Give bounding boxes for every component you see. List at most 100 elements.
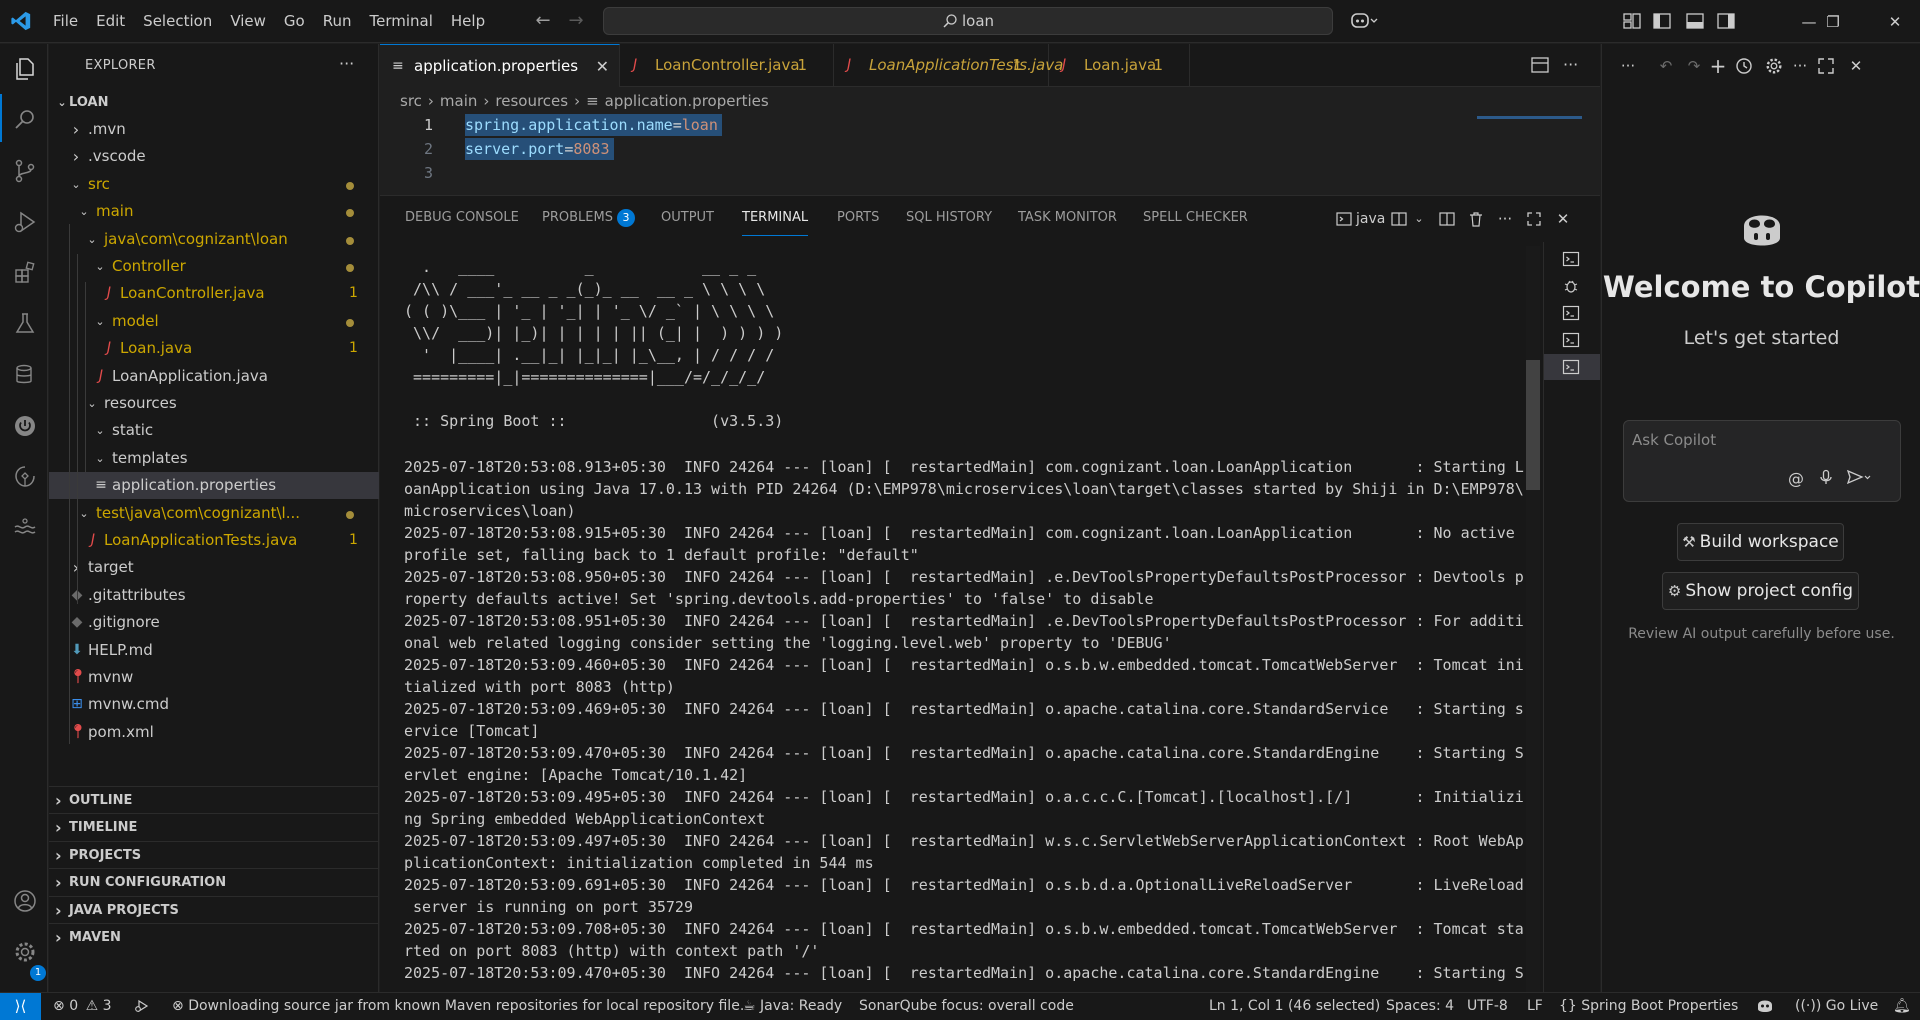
restore-window-icon[interactable]: ❐ bbox=[1810, 0, 1856, 43]
menu-edit[interactable]: Edit bbox=[87, 0, 134, 43]
breadcrumb-item[interactable]: application.properties bbox=[605, 92, 769, 110]
sonarqube-focus[interactable]: SonarQube focus: overall code bbox=[859, 993, 1074, 1020]
ask-copilot-input[interactable]: Ask Copilot @ bbox=[1623, 420, 1901, 502]
menu-terminal[interactable]: Terminal bbox=[361, 0, 442, 43]
build-workspace-button[interactable]: ⚒ Build workspace bbox=[1677, 523, 1844, 561]
section-run-configuration[interactable]: › RUN CONFIGURATION bbox=[49, 868, 379, 895]
explorer-icon[interactable] bbox=[12, 56, 38, 82]
panel-tab-debug-console[interactable]: DEBUG CONSOLE bbox=[405, 196, 519, 240]
panel-tab-task-monitor[interactable]: TASK MONITOR bbox=[1018, 196, 1117, 240]
section-projects[interactable]: › PROJECTS bbox=[49, 841, 379, 868]
terminal-instance[interactable] bbox=[1544, 246, 1600, 272]
forward-arrow-icon[interactable]: → bbox=[565, 10, 587, 32]
debug-launch-icon[interactable] bbox=[134, 993, 150, 1020]
go-live-button[interactable]: ((·)) Go Live bbox=[1795, 993, 1878, 1020]
microphone-icon[interactable] bbox=[1818, 469, 1834, 489]
tree-item[interactable]: ⬇ HELP.md bbox=[49, 637, 379, 664]
tree-item[interactable]: ≡ application.properties bbox=[49, 472, 379, 500]
tree-item[interactable]: ⊞ mvnw.cmd bbox=[49, 691, 379, 718]
tree-item[interactable]: ⌄ static bbox=[49, 417, 379, 444]
section-timeline[interactable]: › TIMELINE bbox=[49, 813, 379, 840]
toggle-primary-sidebar-icon[interactable] bbox=[1652, 11, 1672, 31]
maven-download-status[interactable]: ⊗ Downloading source jar from known Mave… bbox=[172, 993, 744, 1020]
menu-go[interactable]: Go bbox=[275, 0, 314, 43]
docker-icon[interactable] bbox=[12, 515, 38, 541]
terminal-output[interactable]: . ____ _ __ _ _ /\\ / ___'_ __ _ _(_)_ _… bbox=[404, 242, 1544, 992]
tree-item[interactable]: ⌄ resources bbox=[49, 390, 379, 417]
section-java-projects[interactable]: › JAVA PROJECTS bbox=[49, 896, 379, 923]
tree-item[interactable]: ⌄ main bbox=[49, 198, 379, 225]
spring-boot-dashboard-icon[interactable] bbox=[12, 413, 38, 439]
tree-item[interactable]: ⌄ Controller bbox=[49, 253, 379, 280]
show-project-config-button[interactable]: ⚙ Show project config bbox=[1662, 572, 1859, 610]
menu-run[interactable]: Run bbox=[314, 0, 361, 43]
tree-item[interactable]: › .vscode bbox=[49, 143, 379, 170]
terminal-scrollbar-track[interactable] bbox=[1526, 246, 1540, 992]
tree-item[interactable]: ⌄ test\java\com\cognizant\l... bbox=[49, 500, 379, 527]
split-panel-icon[interactable] bbox=[1438, 210, 1456, 228]
cursor-position[interactable]: Ln 1, Col 1 (46 selected) bbox=[1209, 993, 1380, 1020]
breadcrumb-item[interactable]: src bbox=[400, 92, 422, 110]
run-debug-icon[interactable] bbox=[12, 209, 38, 235]
panel-tab-output[interactable]: OUTPUT bbox=[661, 196, 714, 240]
copilot-status-icon[interactable] bbox=[1756, 993, 1774, 1020]
split-terminal-icon[interactable] bbox=[1390, 210, 1408, 228]
database-icon[interactable] bbox=[12, 362, 38, 388]
tree-item[interactable]: › .mvn bbox=[49, 116, 379, 143]
close-window-icon[interactable]: ✕ bbox=[1872, 0, 1918, 43]
testing-flask-icon[interactable] bbox=[12, 311, 38, 337]
editor-more-actions-icon[interactable]: ··· bbox=[1563, 55, 1583, 75]
problems-status[interactable]: ⊗ 0 ⚠ 3 bbox=[53, 993, 112, 1020]
maximize-copilot-icon[interactable] bbox=[1816, 56, 1836, 76]
panel-tab-spell-checker[interactable]: SPELL CHECKER bbox=[1143, 196, 1248, 240]
section-outline[interactable]: › OUTLINE bbox=[49, 786, 379, 813]
remote-indicator-icon[interactable]: ⟩⟨ bbox=[0, 993, 41, 1020]
tree-item[interactable]: ◆.gitattributes bbox=[49, 582, 379, 609]
command-center-search[interactable]: loan bbox=[603, 7, 1333, 35]
send-icon[interactable] bbox=[1846, 469, 1872, 489]
tree-item[interactable]: J Loan.java 1 bbox=[49, 335, 379, 362]
mention-at-icon[interactable]: @ bbox=[1788, 469, 1804, 488]
close-copilot-icon[interactable]: ✕ bbox=[1846, 56, 1866, 76]
new-chat-plus-icon[interactable]: + bbox=[1708, 56, 1728, 76]
tree-item[interactable]: J LoanController.java 1 bbox=[49, 280, 379, 307]
search-view-icon[interactable] bbox=[12, 107, 38, 133]
back-arrow-icon[interactable]: ← bbox=[532, 10, 554, 32]
close-tab-icon[interactable]: ✕ bbox=[596, 45, 609, 88]
tree-item[interactable]: J LoanApplicationTests.java 1 bbox=[49, 527, 379, 554]
copilot-overflow-icon[interactable]: ··· bbox=[1790, 56, 1810, 76]
terminal-instance-active[interactable] bbox=[1544, 354, 1600, 380]
tree-item[interactable]: 📍︎ pom.xml bbox=[49, 719, 379, 746]
tree-item[interactable]: J LoanApplication.java bbox=[49, 363, 379, 390]
terminal-scrollbar-thumb[interactable] bbox=[1526, 360, 1540, 490]
copilot-menu-icon[interactable] bbox=[1350, 11, 1380, 31]
tree-item[interactable]: ⌄ model bbox=[49, 308, 379, 335]
debug-terminal-instance[interactable] bbox=[1544, 273, 1600, 299]
maximize-panel-icon[interactable] bbox=[1525, 210, 1543, 228]
kill-terminal-trash-icon[interactable] bbox=[1467, 210, 1485, 228]
end-of-line[interactable]: LF bbox=[1527, 993, 1543, 1020]
terminal-instance[interactable] bbox=[1544, 327, 1600, 353]
java-status[interactable]: ☕ Java: Ready bbox=[743, 993, 842, 1020]
toggle-secondary-sidebar-icon[interactable] bbox=[1716, 11, 1736, 31]
chevron-down-icon[interactable]: ⌄ bbox=[1410, 210, 1428, 228]
workspace-root[interactable]: ⌄ LOAN bbox=[49, 89, 379, 116]
customize-layout-icon[interactable] bbox=[1622, 11, 1642, 31]
undo-icon[interactable]: ↶ bbox=[1656, 56, 1676, 76]
panel-tab-terminal[interactable]: TERMINAL bbox=[742, 200, 809, 236]
menu-file[interactable]: File bbox=[44, 0, 87, 43]
indentation[interactable]: Spaces: 4 bbox=[1386, 993, 1454, 1020]
toggle-panel-icon[interactable] bbox=[1685, 11, 1705, 31]
editor-tab[interactable]: J Loan.java 1 bbox=[1050, 44, 1190, 87]
copilot-more-icon[interactable]: ··· bbox=[1618, 56, 1638, 76]
tree-item[interactable]: ⌄ src bbox=[49, 171, 379, 198]
panel-tab-ports[interactable]: PORTS bbox=[837, 196, 879, 240]
editor-tab[interactable]: J LoanController.java 1 bbox=[621, 44, 834, 87]
panel-more-actions-icon[interactable]: ··· bbox=[1496, 210, 1514, 228]
history-icon[interactable] bbox=[1734, 56, 1754, 76]
breadcrumb-item[interactable]: main bbox=[440, 92, 477, 110]
tree-item[interactable]: ⌄ java\com\cognizant\loan bbox=[49, 226, 379, 253]
notifications-bell-icon[interactable]: 🔔︎ bbox=[1893, 993, 1911, 1020]
menu-selection[interactable]: Selection bbox=[134, 0, 221, 43]
panel-tab-sql-history[interactable]: SQL HISTORY bbox=[906, 196, 992, 240]
